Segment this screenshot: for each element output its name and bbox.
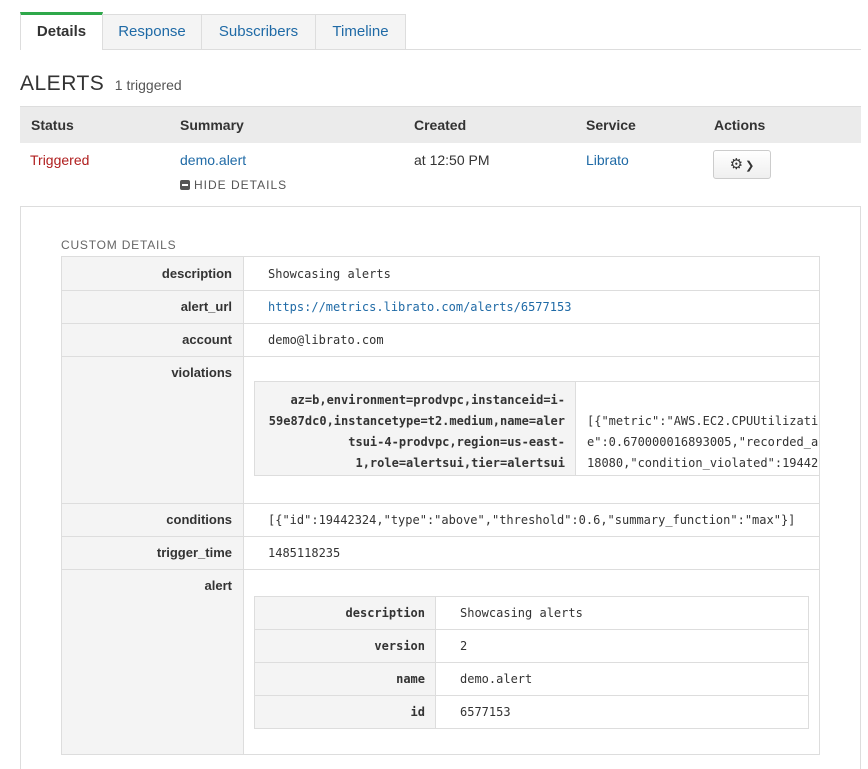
key-trigger-time: trigger_time	[156, 545, 232, 560]
violation-value-line: e":0.670000016893005,"recorded_a	[587, 435, 819, 449]
violation-value-line: [{"metric":"AWS.EC2.CPUUtilizatio	[587, 414, 820, 428]
tab-timeline[interactable]: Timeline	[315, 14, 406, 49]
violation-key-line: 59e87dc0,instancetype=t2.medium,name=ale…	[268, 414, 565, 428]
status-badge: Triggered	[30, 152, 90, 168]
value-conditions: [{"id":19442324,"type":"above","threshol…	[268, 513, 796, 527]
key-alert: alert	[204, 578, 232, 593]
alert-field-key: name	[396, 672, 425, 686]
custom-details-table: description Showcasing alerts alert_url …	[61, 256, 820, 755]
alert-field-key: description	[345, 606, 425, 620]
custom-details-label: CUSTOM DETAILS	[61, 238, 177, 252]
violation-value-line: 18080,"condition_violated":194423	[587, 456, 820, 470]
alert-fields-table: description Showcasing alerts version 2 …	[254, 596, 809, 729]
hide-details-label: HIDE DETAILS	[194, 178, 288, 192]
collapse-icon	[180, 180, 190, 190]
gear-icon: ⚙	[729, 156, 744, 173]
page-title: ALERTS	[20, 72, 105, 95]
actions-dropdown-button[interactable]: ⚙ ❯	[713, 150, 771, 179]
tab-subscribers[interactable]: Subscribers	[201, 14, 316, 49]
alerts-heading: ALERTS 1 triggered	[20, 72, 182, 96]
key-account: account	[182, 332, 232, 347]
alert-field-value: 6577153	[460, 705, 511, 719]
alert-summary-link[interactable]: demo.alert	[180, 152, 246, 168]
tab-response[interactable]: Response	[102, 14, 202, 49]
key-alert-url: alert_url	[180, 299, 232, 314]
alert-field-value: demo.alert	[460, 672, 533, 686]
value-account: demo@librato.com	[268, 333, 384, 347]
triggered-count: 1 triggered	[114, 77, 182, 93]
table-row: Triggered demo.alert HIDE DETAILS at 12:…	[20, 142, 861, 206]
created-time: at 12:50 PM	[414, 152, 490, 168]
alert-field-value: Showcasing alerts	[460, 606, 583, 620]
alert-field-key: id	[410, 705, 425, 719]
violation-key-line: 1,role=alertsui,tier=alertsui	[355, 456, 565, 470]
value-description: Showcasing alerts	[268, 267, 391, 281]
tab-details[interactable]: Details	[20, 12, 103, 50]
alert-field-value: 2	[460, 639, 468, 653]
alerts-table-header: Status Summary Created Service Actions	[20, 106, 861, 143]
tab-bar: Details Response Subscribers Timeline	[20, 12, 861, 50]
violation-key-line: az=b,environment=prodvpc,instanceid=i-	[290, 393, 565, 407]
violation-key-line: tsui-4-prodvpc,region=us-east-	[348, 435, 565, 449]
service-link[interactable]: Librato	[586, 152, 629, 168]
violations-table: az=b,environment=prodvpc,instanceid=i- 5…	[254, 381, 820, 476]
value-trigger-time: 1485118235	[268, 546, 341, 560]
column-status: Status	[31, 117, 74, 133]
column-service: Service	[586, 117, 636, 133]
key-description: description	[161, 266, 232, 281]
column-summary: Summary	[180, 117, 244, 133]
key-conditions: conditions	[166, 512, 232, 527]
key-violations: violations	[171, 365, 232, 380]
column-created: Created	[414, 117, 467, 133]
hide-details-toggle[interactable]: HIDE DETAILS	[180, 178, 287, 192]
alert-url-link[interactable]: https://metrics.librato.com/alerts/65771…	[268, 300, 571, 314]
chevron-down-icon: ❯	[745, 160, 755, 172]
column-actions: Actions	[714, 117, 766, 133]
violation-key-cell: az=b,environment=prodvpc,instanceid=i- 5…	[255, 382, 576, 475]
alert-field-key: version	[374, 639, 425, 653]
